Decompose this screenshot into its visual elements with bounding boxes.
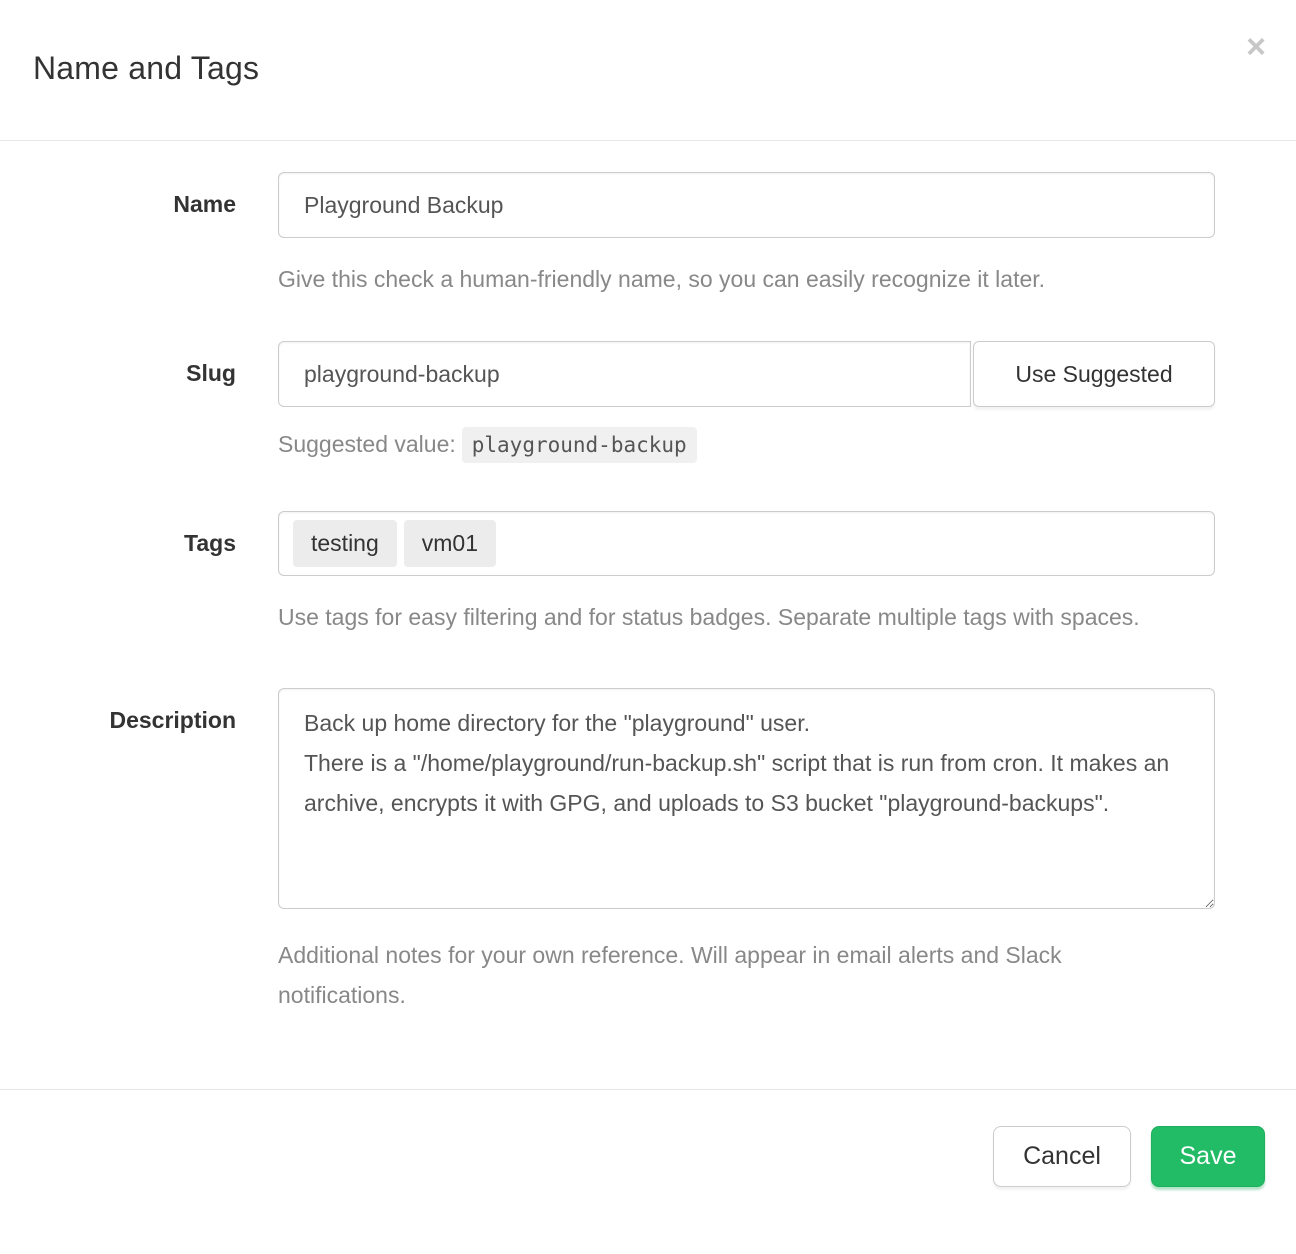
slug-input-group: Use Suggested bbox=[278, 341, 1215, 407]
slug-field-group: Slug Use Suggested Suggested value:playg… bbox=[33, 341, 1215, 466]
save-button[interactable]: Save bbox=[1151, 1126, 1265, 1187]
slug-control: Use Suggested Suggested value:playground… bbox=[278, 341, 1215, 466]
description-textarea[interactable]: Back up home directory for the "playgrou… bbox=[278, 688, 1215, 909]
close-icon[interactable]: × bbox=[1246, 30, 1266, 64]
tags-input[interactable]: testing vm01 bbox=[278, 511, 1215, 576]
name-help-text: Give this check a human-friendly name, s… bbox=[278, 259, 1183, 299]
use-suggested-button[interactable]: Use Suggested bbox=[973, 341, 1215, 407]
description-help-text: Additional notes for your own reference.… bbox=[278, 935, 1183, 1015]
tag-chip[interactable]: testing bbox=[293, 520, 397, 567]
modal-title: Name and Tags bbox=[33, 50, 1263, 87]
tag-chip[interactable]: vm01 bbox=[404, 520, 496, 567]
description-field-group: Description Back up home directory for t… bbox=[33, 688, 1215, 1015]
slug-label: Slug bbox=[33, 341, 278, 387]
suggested-value-prefix: Suggested value: bbox=[278, 431, 456, 457]
suggested-value-code: playground-backup bbox=[462, 427, 697, 463]
cancel-button[interactable]: Cancel bbox=[993, 1126, 1131, 1187]
description-control: Back up home directory for the "playgrou… bbox=[278, 688, 1215, 1015]
tags-control: testing vm01 Use tags for easy filtering… bbox=[278, 511, 1215, 637]
modal-footer: Cancel Save bbox=[0, 1089, 1296, 1220]
tags-field-group: Tags testing vm01 Use tags for easy filt… bbox=[33, 511, 1215, 637]
description-label: Description bbox=[33, 688, 278, 734]
name-label: Name bbox=[33, 172, 278, 218]
modal-header: Name and Tags × bbox=[0, 0, 1296, 141]
tags-help-text: Use tags for easy filtering and for stat… bbox=[278, 597, 1183, 637]
name-field-group: Name Give this check a human-friendly na… bbox=[33, 172, 1215, 299]
name-control: Give this check a human-friendly name, s… bbox=[278, 172, 1215, 299]
name-input[interactable] bbox=[278, 172, 1215, 238]
slug-input[interactable] bbox=[278, 341, 971, 407]
suggested-value-line: Suggested value:playground-backup bbox=[278, 423, 1215, 466]
modal-body: Name Give this check a human-friendly na… bbox=[0, 141, 1296, 1089]
tags-label: Tags bbox=[33, 511, 278, 557]
